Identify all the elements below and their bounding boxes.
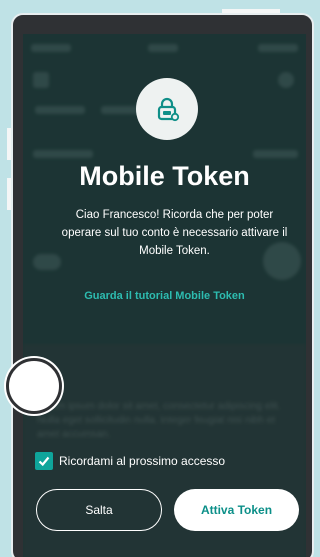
remember-me-checkbox[interactable]: Ricordami al prossimo accesso xyxy=(35,452,225,470)
activate-token-button[interactable]: Attiva Token xyxy=(174,489,299,531)
token-icon-badge xyxy=(136,78,198,140)
dialog-message: Ciao Francesco! Ricorda che per poter op… xyxy=(61,209,288,257)
remember-me-label: Ricordami al prossimo accesso xyxy=(59,454,226,468)
assistive-touch-button[interactable] xyxy=(6,358,62,414)
lock-icon xyxy=(157,97,180,122)
screen: Lorem ipsum dolor sit amet, consectetur … xyxy=(23,34,306,557)
skip-button[interactable]: Salta xyxy=(36,489,162,531)
checkbox-checked-icon[interactable] xyxy=(35,452,53,470)
tutorial-link[interactable]: Guarda il tutorial Mobile Token xyxy=(23,290,306,302)
activate-token-button-label: Attiva Token xyxy=(200,503,273,517)
dialog-title: Mobile Token xyxy=(79,161,250,191)
skip-button-label: Salta xyxy=(85,503,113,517)
